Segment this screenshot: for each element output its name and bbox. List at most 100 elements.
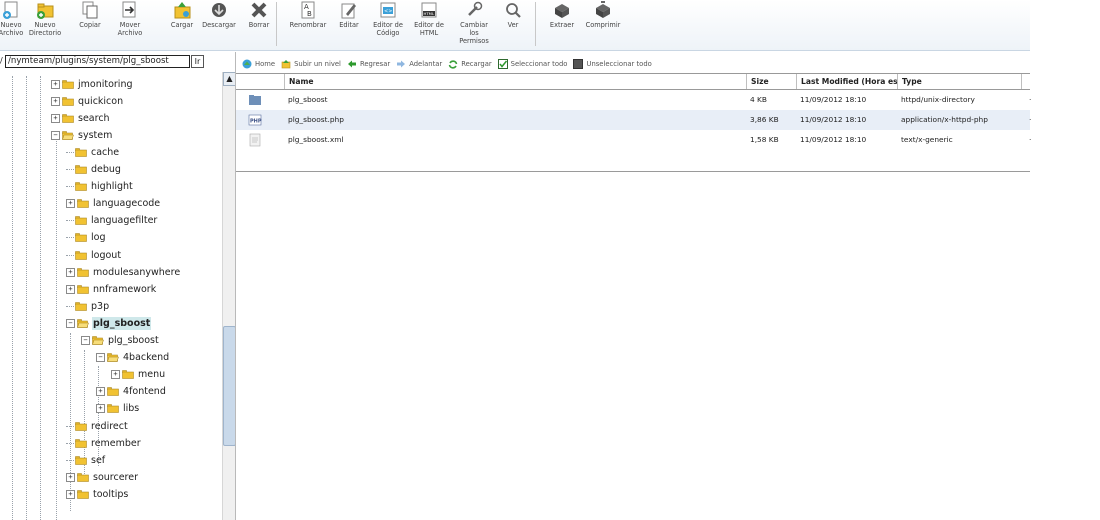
nav-reload-button[interactable]: Recargar (448, 59, 492, 69)
tree-node[interactable]: + search (51, 110, 111, 126)
nav-unselect-all-button[interactable]: Unseleccionar todo (573, 59, 652, 69)
toolbar-compress-button[interactable]: Comprimir (583, 0, 623, 48)
path-prefix-slash: / (0, 56, 3, 65)
tree-guide-line (40, 76, 41, 520)
view-icon (506, 3, 521, 18)
toolbar-move-button[interactable]: Mover Archivo (110, 0, 150, 48)
toolbar-new-folder-button[interactable]: Nuevo Directorio (24, 0, 66, 48)
cell-name[interactable]: plg_sboost.php (284, 110, 746, 130)
tree-node[interactable]: + libs (96, 401, 140, 417)
grid-bottom-border (236, 171, 1030, 172)
checkbox-checked-icon (497, 59, 508, 69)
expand-icon[interactable]: + (66, 267, 75, 277)
table-row[interactable]: plg_sboost 4 KB 11/09/2012 18:10 httpd/unix… (236, 90, 1031, 110)
tree-guide-line (12, 76, 13, 520)
tree-connector (66, 186, 74, 188)
tree-node[interactable]: − plg_sboost (81, 333, 160, 349)
cell-modified: 11/09/2012 18:10 (800, 95, 867, 104)
col-size-header[interactable]: Size (746, 74, 796, 89)
expand-icon[interactable]: + (51, 79, 60, 89)
tree-node[interactable]: + languagecode (66, 196, 161, 212)
nav-back-button[interactable]: Regresar (347, 59, 390, 69)
tree-node[interactable]: − plg_sboost (66, 315, 152, 331)
collapse-icon[interactable]: − (51, 130, 60, 140)
tree-node[interactable]: + sourcerer (66, 469, 139, 485)
tree-node[interactable]: cache (66, 144, 120, 160)
expand-icon[interactable]: + (66, 489, 75, 499)
expand-icon[interactable]: + (96, 404, 105, 414)
svg-text:B: B (307, 10, 312, 18)
cell-name[interactable]: plg_sboost.xml (284, 130, 746, 150)
tree-node[interactable]: − 4backend (96, 350, 170, 366)
nav-forward-button[interactable]: Adelantar (396, 59, 442, 69)
toolbar: Nuevo Archivo Nuevo Directorio Copiar Mover Ar… (0, 0, 1030, 51)
tree-node[interactable]: remember (66, 435, 142, 451)
scroll-thumb[interactable] (223, 326, 235, 446)
tree-node[interactable]: − system (51, 127, 113, 143)
tree-scrollbar[interactable]: ▲ (222, 72, 235, 520)
folder-icon (62, 79, 74, 89)
checkbox-empty-icon (573, 59, 584, 69)
tree-node[interactable]: sef (66, 452, 106, 468)
toolbar-code-editor-button[interactable]: <> Editor de Código (368, 0, 408, 48)
toolbar-view-button[interactable]: Ver (500, 0, 526, 48)
tree-node[interactable]: + modulesanywhere (66, 264, 181, 280)
collapse-icon[interactable]: − (66, 318, 75, 328)
nav-select-all-button[interactable]: Seleccionar todo (497, 59, 568, 69)
nav-home-button[interactable]: Home (242, 59, 275, 69)
cell-modified: 11/09/2012 18:10 (800, 115, 867, 124)
tree-node[interactable]: + tooltips (66, 486, 129, 502)
tree-node[interactable]: + jmonitoring (51, 76, 134, 92)
path-go-button[interactable]: Ir (191, 55, 204, 68)
scroll-up-button[interactable]: ▲ (223, 72, 235, 86)
tree-node[interactable]: languagefilter (66, 213, 158, 229)
cell-type: application/x-httpd-php (901, 115, 988, 124)
expand-icon[interactable]: + (66, 284, 75, 294)
tree-connector (66, 459, 74, 461)
cell-type: httpd/unix-directory (901, 95, 975, 104)
expand-icon[interactable]: + (66, 199, 75, 209)
tree-node[interactable]: redirect (66, 418, 129, 434)
nav-up-button[interactable]: Subir un nivel (281, 59, 341, 69)
expand-icon[interactable]: + (111, 370, 120, 380)
tree-node[interactable]: + menu (111, 367, 166, 383)
cell-extra: · (1025, 90, 1031, 110)
tree-node[interactable]: debug (66, 162, 122, 178)
toolbar-permissions-button[interactable]: Cambiar los Permisos (454, 0, 494, 48)
table-row[interactable]: PHP plg_sboost.php 3,86 KB 11/09/2012 18:10… (236, 110, 1031, 130)
col-modified-header[interactable]: Last Modified (Hora est (796, 74, 897, 89)
nav-select-all-label: Seleccionar todo (510, 60, 568, 68)
file-icon-cell (244, 130, 264, 150)
col-type-header[interactable]: Type (897, 74, 1021, 89)
tree-node[interactable]: logout (66, 247, 122, 263)
tree-node[interactable]: highlight (66, 179, 134, 195)
tree-node[interactable]: p3p (66, 298, 110, 314)
html-editor-icon: HTML (421, 2, 437, 18)
toolbar-rename-button[interactable]: A B Renombrar (283, 0, 333, 48)
folder-icon (77, 490, 89, 499)
col-name-header[interactable]: Name (284, 74, 746, 89)
expand-icon[interactable]: + (96, 387, 105, 397)
tree-node[interactable]: + nnframework (66, 281, 157, 297)
tree-node[interactable]: log (66, 230, 106, 246)
toolbar-separator (535, 2, 536, 46)
toolbar-delete-button[interactable]: Borrar (243, 0, 275, 48)
cell-name[interactable]: plg_sboost (284, 90, 746, 110)
collapse-icon[interactable]: − (81, 336, 90, 345)
path-input[interactable]: /nymteam/plugins/system/plg_sboost (5, 55, 190, 68)
toolbar-edit-button[interactable]: Editar (333, 0, 365, 48)
tree-node[interactable]: + quickicon (51, 93, 124, 109)
tree-connector (66, 254, 74, 256)
toolbar-html-editor-button[interactable]: HTML Editor de HTML (409, 0, 449, 48)
expand-icon[interactable]: + (51, 96, 60, 106)
toolbar-upload-button[interactable]: Cargar (162, 0, 202, 48)
tree-connector (66, 169, 74, 170)
expand-icon[interactable]: + (51, 113, 60, 123)
collapse-icon[interactable]: − (96, 353, 105, 363)
tree-node[interactable]: +4fontend (96, 384, 167, 400)
toolbar-extract-button[interactable]: Extraer (545, 0, 579, 48)
expand-icon[interactable]: + (66, 472, 75, 482)
table-row[interactable]: plg_sboost.xml 1,58 KB 11/09/2012 18:10 tex… (236, 130, 1031, 150)
toolbar-download-button[interactable]: Descargar (199, 0, 239, 48)
toolbar-copy-button[interactable]: Copiar (70, 0, 110, 48)
